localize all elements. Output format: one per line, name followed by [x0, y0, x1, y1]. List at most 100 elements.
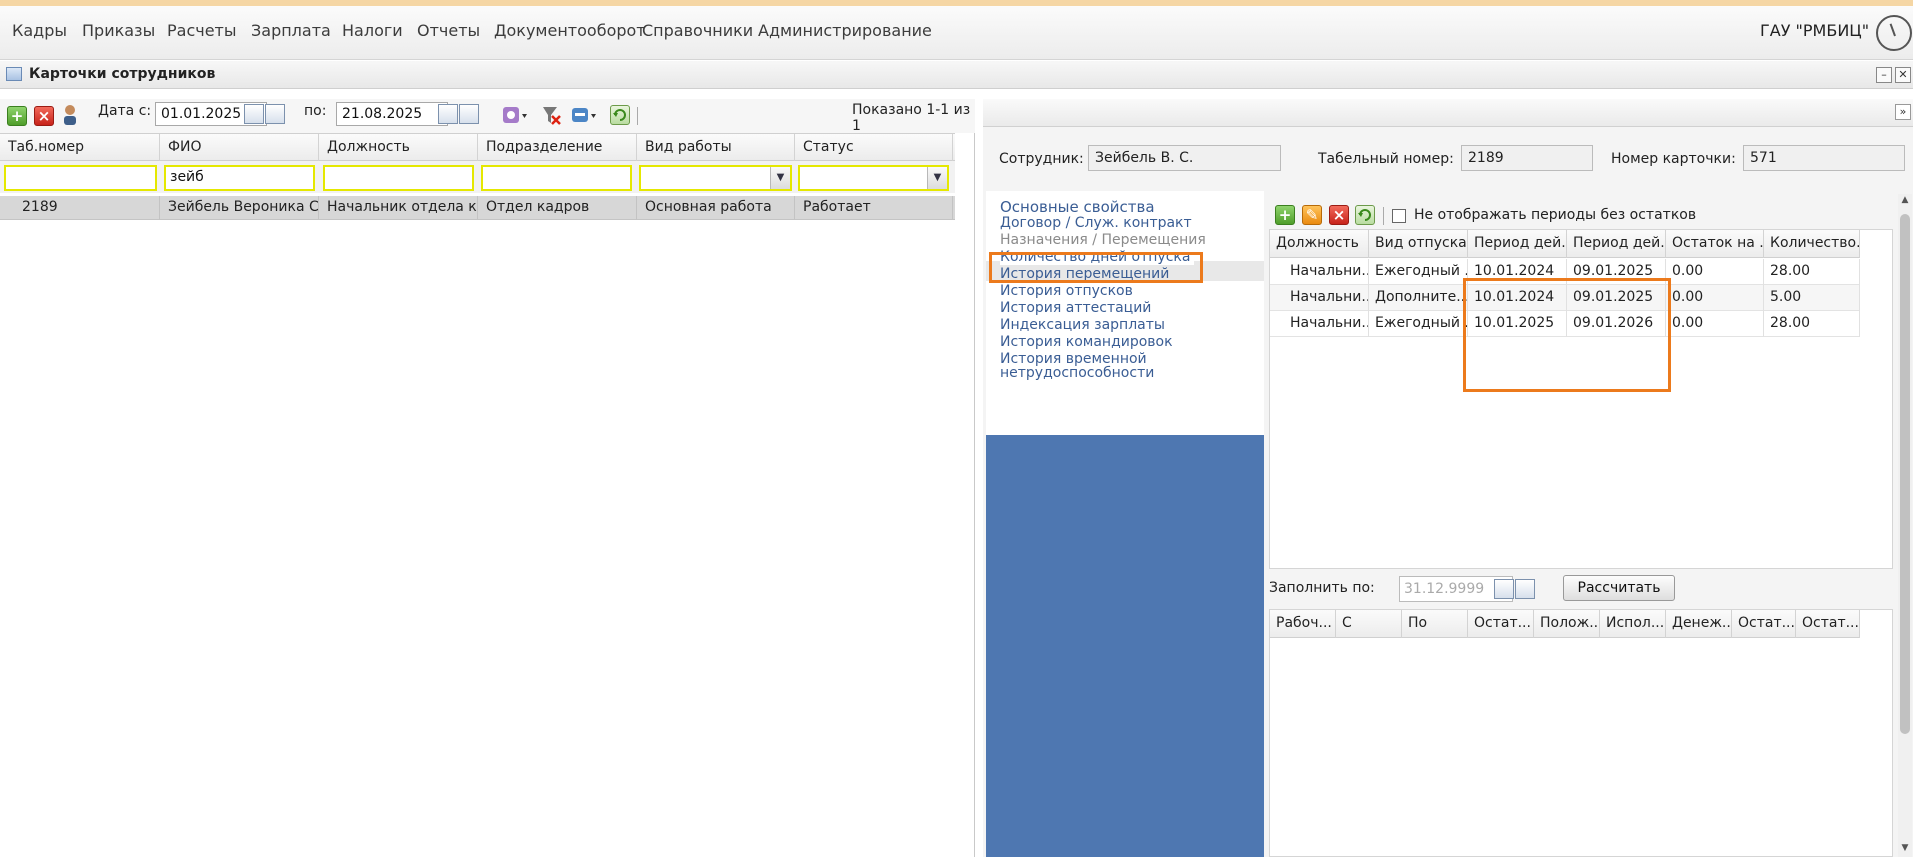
hide-empty-periods-checkbox[interactable] — [1392, 209, 1406, 223]
delete-button[interactable]: × — [34, 106, 54, 126]
nav-salary-indexation[interactable]: Индексация зарплаты — [1000, 317, 1165, 333]
refresh-icon[interactable] — [610, 105, 630, 125]
main-menu: Кадры Приказы Расчеты Зарплата Налоги От… — [0, 6, 1913, 60]
person-icon[interactable] — [62, 104, 78, 126]
filter-status-select[interactable]: ▼ — [798, 165, 949, 191]
menu-otchety[interactable]: Отчеты — [417, 21, 480, 40]
window-titlebar: Карточки сотрудников – ✕ — [0, 61, 1913, 89]
list-grid-header: Таб.номер ФИО Должность Подразделение Ви… — [0, 133, 955, 161]
column-vacation-type[interactable]: Вид отпуска — [1369, 230, 1468, 258]
column-money[interactable]: Денеж... — [1666, 610, 1732, 638]
edit-button[interactable]: ✎ — [1302, 205, 1322, 225]
column-department[interactable]: Подразделение — [478, 134, 637, 161]
column-period-from[interactable]: Период дей... — [1468, 230, 1567, 258]
chevron-down-icon[interactable]: ▼ — [927, 167, 947, 189]
scroll-up-icon[interactable]: ▲ — [1899, 195, 1911, 207]
column-status[interactable]: Статус — [795, 134, 953, 161]
calendar-icon[interactable] — [244, 104, 264, 124]
filter-tab-number-input[interactable] — [4, 165, 157, 191]
filter-position-input[interactable] — [323, 165, 474, 191]
menu-dokumentooborot[interactable]: Документооборот — [494, 21, 646, 40]
highlight-box — [989, 252, 1203, 283]
expand-icon[interactable]: » — [1895, 104, 1911, 120]
print-dropdown-icon[interactable] — [571, 105, 597, 125]
delete-button[interactable]: × — [1329, 205, 1349, 225]
calendar-clear-icon[interactable] — [459, 104, 479, 124]
add-button[interactable]: + — [1275, 205, 1295, 225]
filter-work-type-select[interactable]: ▼ — [639, 165, 792, 191]
calendar-clear-icon[interactable] — [265, 104, 285, 124]
plus-icon: + — [10, 107, 24, 125]
nav-attestation-history[interactable]: История аттестаций — [1000, 300, 1151, 316]
add-button[interactable]: + — [7, 106, 27, 126]
menu-administrirovanie[interactable]: Администрирование — [758, 21, 932, 40]
date-from-label: Дата с: — [98, 103, 152, 119]
nav-contract[interactable]: Договор / Служ. контракт — [1000, 215, 1192, 231]
column-fio[interactable]: ФИО — [160, 134, 319, 161]
menu-zarplata[interactable]: Зарплата — [251, 21, 331, 40]
nav-vacation-history[interactable]: История отпусков — [1000, 283, 1133, 299]
filter-department-input[interactable] — [481, 165, 632, 191]
cell-position: Начальни... — [1270, 285, 1369, 311]
calendar-icon[interactable] — [1494, 579, 1514, 599]
scrollbar-thumb[interactable] — [1900, 214, 1910, 734]
menu-prikazy[interactable]: Приказы — [82, 21, 155, 40]
vacation-days-grid: Должность Вид отпуска Период дей... Пери… — [1269, 229, 1893, 569]
chevron-down-icon[interactable]: ▼ — [770, 167, 790, 189]
column-tab-number[interactable]: Таб.номер — [0, 134, 160, 161]
window-icon — [6, 67, 22, 81]
column-position[interactable]: Должность — [1270, 230, 1369, 258]
cell-fio: Зейбель Вероника С... — [160, 196, 319, 220]
cell-vacation-type: Ежегодный ... — [1369, 311, 1468, 337]
clock-icon[interactable] — [1876, 15, 1912, 51]
cell-tab-number: 2189 — [0, 196, 160, 220]
date-to-input[interactable]: 21.08.2025 — [336, 102, 448, 126]
column-to[interactable]: По — [1402, 610, 1468, 638]
column-remainder-2[interactable]: Остат... — [1732, 610, 1796, 638]
cell-department: Отдел кадров — [478, 196, 637, 220]
nav-appointments[interactable]: Назначения / Перемещения — [1000, 232, 1206, 248]
date-to-label: по: — [304, 103, 327, 119]
column-work-type[interactable]: Вид работы — [637, 134, 795, 161]
column-used[interactable]: Испол... — [1600, 610, 1666, 638]
cell-vacation-type: Дополните... — [1369, 285, 1468, 311]
menu-spravochniki[interactable]: Справочники — [642, 21, 753, 40]
calendar-clear-icon[interactable] — [1515, 579, 1535, 599]
nav-main-properties[interactable]: Основные свойства — [1000, 198, 1155, 216]
calculation-grid-header: Рабоч... С По Остат... Полож... Испол...… — [1270, 610, 1860, 638]
column-period-to[interactable]: Период дей... — [1567, 230, 1666, 258]
menu-nalogi[interactable]: Налоги — [342, 21, 403, 40]
column-remainder[interactable]: Остаток на ... — [1666, 230, 1764, 258]
minimize-button[interactable]: – — [1876, 67, 1892, 83]
column-quantity[interactable]: Количество... — [1764, 230, 1860, 258]
column-from[interactable]: С — [1336, 610, 1402, 638]
calendar-icon[interactable] — [438, 104, 458, 124]
card-number-label: Номер карточки: — [1611, 151, 1736, 167]
cell-remainder: 0.00 — [1666, 311, 1764, 337]
card-topbar: » — [983, 99, 1913, 127]
table-row[interactable]: 2189 Зейбель Вероника С... Начальник отд… — [0, 196, 955, 220]
cell-status: Работает — [795, 196, 953, 220]
refresh-icon[interactable] — [1355, 205, 1375, 225]
menu-kadry[interactable]: Кадры — [12, 21, 67, 40]
calculate-button[interactable]: Рассчитать — [1563, 575, 1675, 601]
clear-filter-icon[interactable] — [541, 104, 561, 126]
vertical-scrollbar[interactable]: ▲ ▼ — [1898, 194, 1912, 857]
column-work-year[interactable]: Рабоч... — [1270, 610, 1336, 638]
filter-fio-input[interactable]: зейб — [164, 165, 315, 191]
scroll-down-icon[interactable]: ▼ — [1899, 843, 1911, 855]
column-position[interactable]: Должность — [319, 134, 478, 161]
card-number-field: 571 — [1743, 145, 1905, 171]
column-remainder-3[interactable]: Остат... — [1796, 610, 1860, 638]
close-window-button[interactable]: ✕ — [1895, 67, 1911, 83]
tab-number-field: 2189 — [1461, 145, 1593, 171]
nav-business-trips[interactable]: История командировок — [1000, 334, 1173, 350]
highlight-box — [1463, 278, 1671, 392]
column-due[interactable]: Полож... — [1534, 610, 1600, 638]
nav-sick-leave-2[interactable]: нетрудоспособности — [1000, 365, 1154, 381]
settings-dropdown-icon[interactable] — [502, 105, 528, 125]
filter-row: зейб ▼ ▼ — [0, 161, 955, 193]
cell-position: Начальник отдела ка... — [319, 196, 478, 220]
column-remainder-1[interactable]: Остат... — [1468, 610, 1534, 638]
menu-raschety[interactable]: Расчеты — [167, 21, 237, 40]
